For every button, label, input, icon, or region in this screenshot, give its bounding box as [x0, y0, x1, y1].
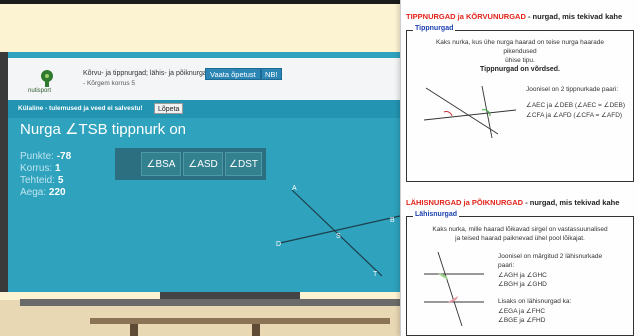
s1-arc-1: [443, 111, 453, 117]
section1-bold: Tippnurgad on võrdsed.: [480, 66, 560, 73]
section1-figure: [423, 85, 517, 139]
label-b: B: [390, 217, 395, 224]
section1-heading-text: TIPPNURGAD ja KÕRVUNURGAD: [406, 12, 526, 21]
section2-caption4: ∠BGH ja ∠GHD: [498, 281, 547, 288]
section2-caption2: paari:: [498, 262, 515, 269]
lesson-level: - Kõrgem korrus 5: [83, 80, 136, 87]
stat-points: Punkte: -78: [20, 151, 71, 163]
points-label: Punkte:: [20, 151, 54, 162]
tv-frame-edge: [0, 52, 8, 292]
section2-heading-text: LÄHISNURGAD ja PÕIKNURGAD: [406, 198, 524, 207]
time-label: Aega:: [20, 187, 47, 198]
floor-value: 1: [55, 163, 61, 174]
finish-button[interactable]: Lõpeta: [154, 103, 184, 114]
stat-done: Tehteid: 5: [20, 175, 71, 187]
section2-legend: Lähisnurgad: [413, 211, 460, 218]
angle-figure: A D B T S: [276, 185, 400, 278]
answer-button-1[interactable]: ∠BSA: [141, 152, 181, 176]
nb-button[interactable]: NB!: [261, 68, 282, 80]
section2-caption5: Lisaks on lähisnurgad ka:: [498, 298, 572, 305]
stats-block: Punkte: -78 Korrus: 1 Tehteid: 5 Aega: 2…: [20, 151, 71, 199]
time-value: 220: [48, 187, 66, 198]
question-text: Nurga ∠TSB tippnurk on: [20, 121, 187, 138]
section1-text3: ühise tipu.: [505, 57, 535, 64]
label-t: T: [373, 271, 378, 278]
floor-label: Korrus:: [20, 163, 53, 174]
table-leg: [130, 324, 138, 336]
view-lesson-button[interactable]: Vaata õpetust: [205, 68, 261, 80]
s1-line-3: [481, 85, 493, 139]
section1-text2: pikendused: [503, 48, 537, 55]
section2-caption1: Joonisel on märgitud 2 lähisnurkade: [498, 253, 603, 260]
lesson-header: [8, 58, 400, 100]
label-s: S: [336, 233, 341, 240]
s2-transversal: [437, 251, 463, 327]
label-d: D: [276, 241, 281, 248]
section1-legend: Tippnurgad: [413, 25, 456, 32]
guest-notice: Külaline - tulemused ja veed ei salvestu…: [18, 105, 143, 112]
answer-button-2[interactable]: ∠ASD: [183, 152, 223, 176]
section1-heading-suffix: - nurgad, mis tekivad kahe: [527, 12, 623, 21]
tv-base: [160, 292, 300, 299]
top-bar: [0, 0, 400, 4]
section2-figure: [424, 251, 484, 327]
section2-caption6: ∠EGA ja ∠FHC: [498, 308, 546, 315]
section1-caption1: Joonisel on 2 tippnurkade paari:: [526, 86, 619, 93]
done-label: Tehteid:: [20, 175, 56, 186]
done-value: 5: [57, 175, 64, 186]
points-value: -78: [56, 151, 72, 162]
stat-time: Aega: 220: [20, 187, 71, 199]
section1-caption2: ∠AEC ja ∠DEB (∠AEC = ∠DEB): [526, 102, 625, 109]
section2-heading: LÄHISNURGAD ja PÕIKNURGAD - nurgad, mis …: [406, 198, 619, 207]
section1-heading: TIPPNURGAD ja KÕRVUNURGAD - nurgad, mis …: [406, 12, 622, 21]
stat-floor: Korrus: 1: [20, 163, 71, 175]
section2-text1: Kaks nurka, mille haarad lõikavad sirgel…: [432, 226, 608, 233]
s2-arc-green: [438, 273, 448, 280]
section1-text1: Kaks nurka, kus ühe nurga haarad on teis…: [435, 39, 605, 46]
s1-line-2: [423, 109, 517, 121]
tv-stand: [20, 299, 400, 306]
answer-button-3[interactable]: ∠DST: [225, 152, 262, 176]
section2-caption3: ∠AGH ja ∠GHC: [498, 272, 547, 279]
label-a: A: [292, 185, 297, 192]
lesson-title: Kõrvu- ja tippnurgad; lähis- ja põiknurg…: [83, 70, 211, 77]
section2-heading-suffix: - nurgad, mis tekivad kahe: [525, 198, 620, 207]
section2-caption7: ∠BGE ja ∠FHD: [498, 317, 546, 324]
logo-text: nutisport: [28, 88, 52, 94]
table-leg: [252, 324, 260, 336]
section1-caption3: ∠CFA ja ∠AFD (∠CFA = ∠AFD): [526, 112, 623, 119]
section2-text2: ja teised haarad paiknevad ühel pool lõi…: [455, 235, 585, 242]
